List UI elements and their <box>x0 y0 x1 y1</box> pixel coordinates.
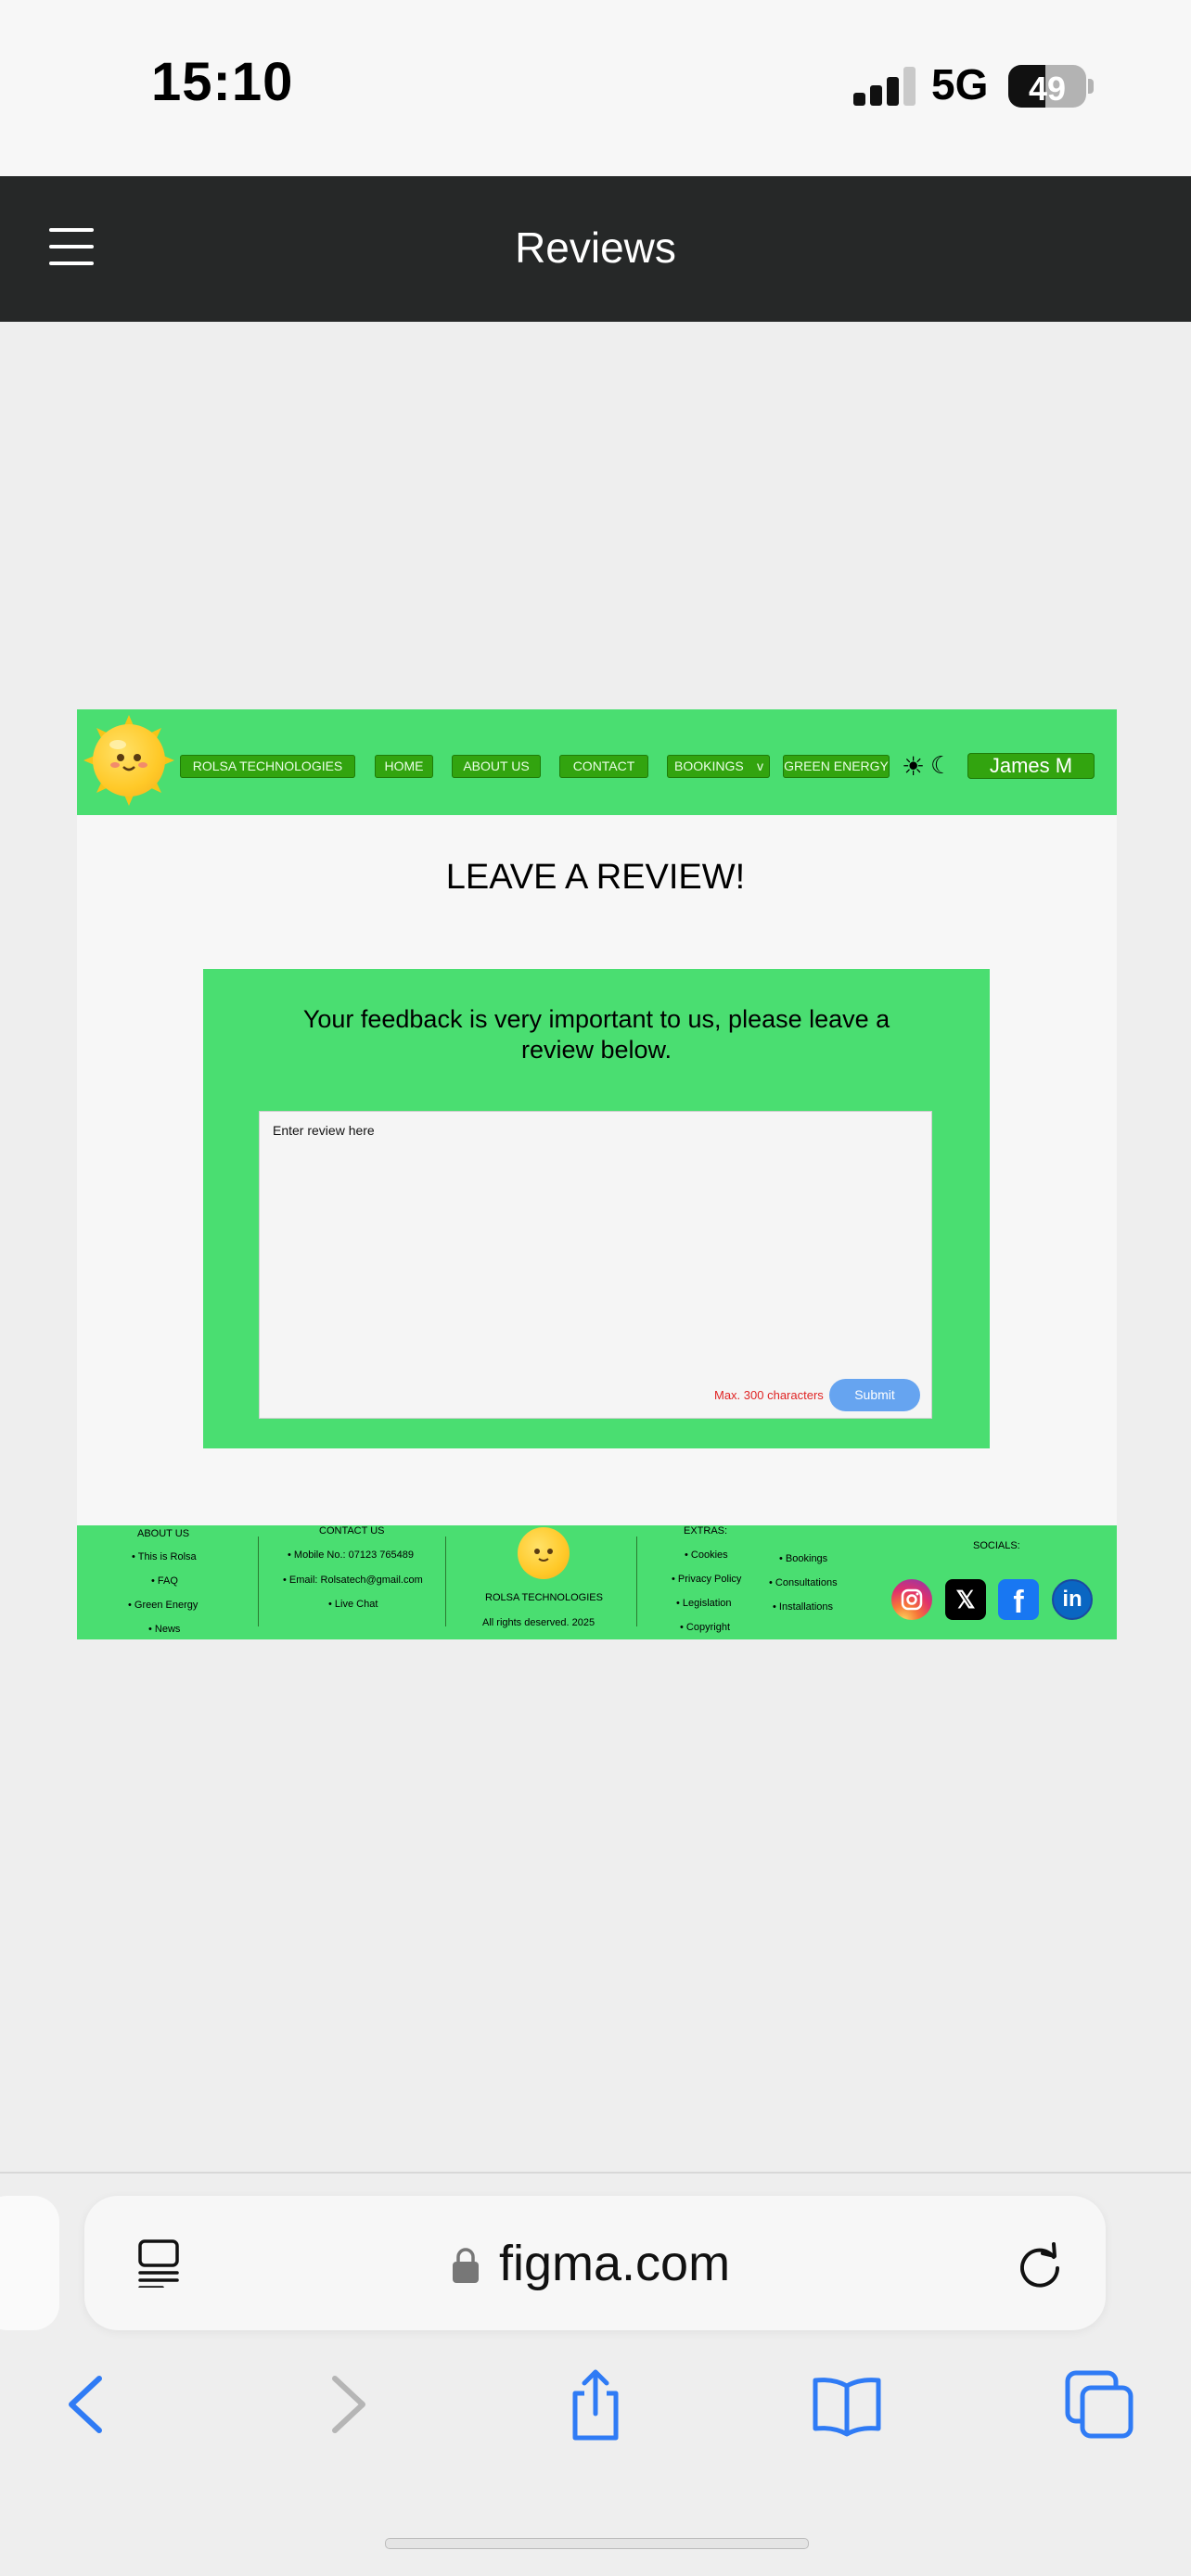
browser-divider <box>0 2172 1191 2174</box>
url-text[interactable]: figma.com <box>499 2235 730 2292</box>
x-icon[interactable]: 𝕏 <box>945 1579 986 1620</box>
nav-green-energy-button[interactable]: GREEN ENERGY <box>783 755 890 778</box>
footer-about-title: ABOUT US <box>137 1528 190 1539</box>
footer-contact-text: Email: Rolsatech@gmail.com <box>288 1575 423 1586</box>
light-mode-icon[interactable]: ☀ <box>902 754 925 780</box>
footer-link-label: FAQ <box>157 1575 178 1587</box>
footer-link-label: Legislation <box>682 1598 732 1609</box>
footer-contact-item[interactable]: • Live Chat <box>328 1599 378 1610</box>
user-account-button[interactable]: James M <box>967 753 1095 779</box>
footer-brand: ROLSA TECHNOLOGIES <box>485 1592 603 1603</box>
nav-about-button[interactable]: ABOUT US <box>452 755 541 778</box>
facebook-icon[interactable]: f <box>998 1579 1039 1620</box>
footer-contact-item: • Mobile No.: 07123 765489 <box>288 1549 414 1561</box>
tabs-icon[interactable] <box>1062 2367 1136 2442</box>
battery-icon: 49 <box>1008 65 1086 108</box>
footer-contact-text: Live Chat <box>334 1599 378 1610</box>
footer-contact-title: CONTACT US <box>319 1525 385 1537</box>
lock-icon <box>453 2248 479 2283</box>
footer-link-label: Bookings <box>785 1553 828 1564</box>
footer-contact-item[interactable]: • Email: Rolsatech@gmail.com <box>283 1575 423 1586</box>
dark-mode-icon[interactable]: ☾ <box>930 753 952 777</box>
back-icon[interactable] <box>51 2367 125 2442</box>
sun-logo-icon[interactable] <box>93 724 165 797</box>
footer-extras-link[interactable]: • Bookings <box>779 1553 827 1564</box>
footer-link-label: News <box>154 1624 181 1635</box>
footer-divider <box>636 1537 637 1626</box>
share-icon[interactable] <box>558 2367 633 2442</box>
footer-socials-title: SOCIALS: <box>973 1540 1020 1551</box>
footer-divider <box>258 1537 259 1626</box>
battery-level: 49 <box>1028 70 1067 108</box>
forward-icon[interactable] <box>309 2367 383 2442</box>
reload-icon[interactable] <box>1011 2237 1069 2294</box>
status-time: 15:10 <box>151 52 294 112</box>
linkedin-icon[interactable]: in <box>1052 1579 1093 1620</box>
footer-contact-text: Mobile No.: 07123 765489 <box>293 1549 414 1561</box>
footer-divider <box>445 1537 446 1626</box>
footer-link-label: Consultations <box>775 1577 838 1588</box>
signal-icon <box>853 67 916 106</box>
review-prompt: Your feedback is very important to us, p… <box>302 1005 890 1064</box>
review-heading: LEAVE A REVIEW! <box>445 858 746 897</box>
footer-link-label: Cookies <box>690 1549 728 1561</box>
home-indicator[interactable] <box>385 2538 809 2549</box>
footer-link-label: Privacy Policy <box>677 1574 742 1585</box>
footer-link-label: This is Rolsa <box>137 1551 197 1562</box>
footer-link-label: Copyright <box>685 1622 730 1633</box>
nav-contact-button[interactable]: CONTACT <box>559 755 648 778</box>
footer-about-link[interactable]: • News <box>148 1624 180 1635</box>
sun-logo-icon <box>518 1527 570 1579</box>
footer-link-label: Installations <box>778 1601 834 1613</box>
footer-about-link[interactable]: • This is Rolsa <box>132 1551 197 1562</box>
char-limit-label: Max. 300 characters <box>714 1388 824 1402</box>
footer-extras-link[interactable]: • Installations <box>773 1601 833 1613</box>
bookmarks-icon[interactable] <box>810 2367 884 2442</box>
nav-brand-button[interactable]: ROLSA TECHNOLOGIES <box>180 755 355 778</box>
footer-about-link[interactable]: • Green Energy <box>128 1600 198 1611</box>
footer-extras-link[interactable]: • Copyright <box>680 1622 730 1633</box>
footer-link-label: Green Energy <box>134 1600 198 1611</box>
footer-extras-link[interactable]: • Cookies <box>685 1549 728 1561</box>
nav-bookings-label: BOOKINGS <box>674 759 744 773</box>
nav-bookings-dropdown[interactable]: BOOKINGS v <box>667 755 770 778</box>
review-input[interactable] <box>259 1111 932 1419</box>
footer-rights: All rights deserved. 2025 <box>482 1617 596 1628</box>
reader-mode-icon[interactable] <box>134 2239 183 2288</box>
footer-extras-link[interactable]: • Legislation <box>676 1598 732 1609</box>
footer-extras-link[interactable]: • Consultations <box>769 1577 838 1588</box>
previous-tab-peek[interactable] <box>0 2196 59 2330</box>
battery-cap <box>1088 79 1094 94</box>
submit-button[interactable]: Submit <box>829 1379 920 1411</box>
footer-extras-title: EXTRAS: <box>684 1525 728 1537</box>
instagram-icon[interactable] <box>891 1579 932 1620</box>
network-label: 5G <box>931 60 989 108</box>
page-title: Reviews <box>515 223 676 272</box>
footer-extras-link[interactable]: • Privacy Policy <box>672 1574 741 1585</box>
chevron-down-icon: v <box>757 759 763 773</box>
footer-about-link[interactable]: • FAQ <box>151 1575 178 1587</box>
nav-home-button[interactable]: HOME <box>375 755 433 778</box>
